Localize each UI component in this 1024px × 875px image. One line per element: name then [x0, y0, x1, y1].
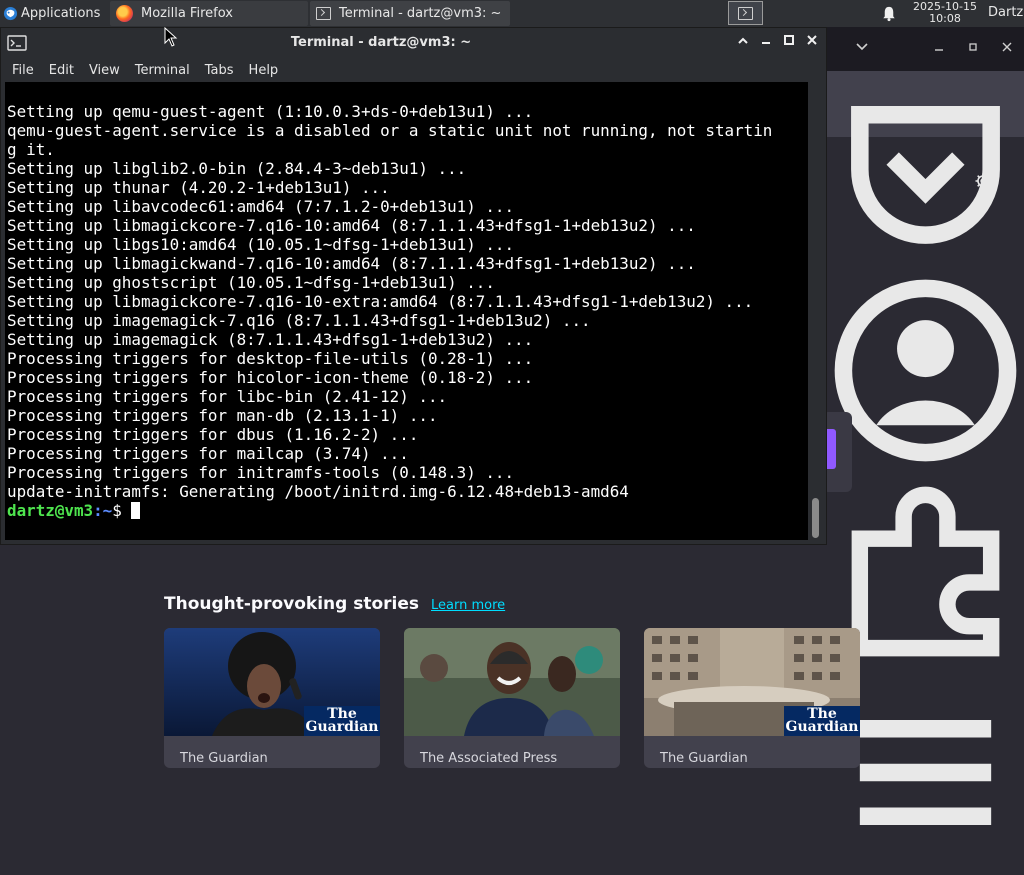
taskbar-terminal[interactable]: Terminal - dartz@vm3: ~ [310, 1, 510, 26]
firefox-tab-strip [827, 27, 1024, 71]
menu-edit[interactable]: Edit [49, 63, 74, 78]
terminal-line: Setting up thunar (4.20.2-1+deb13u1) ... [7, 178, 390, 197]
terminal-window: Terminal - dartz@vm3: ~ File Edit View T… [0, 27, 827, 545]
terminal-line: Setting up libglib2.0-bin (2.84.4-3~deb1… [7, 159, 467, 178]
story-card[interactable]: The Guardian The Guardian [644, 628, 860, 768]
top-panel: Applications Mozilla Firefox Terminal - … [0, 0, 1024, 27]
terminal-line: Setting up imagemagick (8:7.1.1.43+dfsg1… [7, 330, 534, 349]
terminal-prompt-line: dartz@vm3:~$ [7, 501, 772, 520]
story-source: The Guardian [180, 751, 268, 766]
menu-terminal[interactable]: Terminal [135, 63, 190, 78]
terminal-cursor [131, 502, 141, 519]
terminal-line: Processing triggers for mailcap (3.74) .… [7, 444, 409, 463]
firefox-minimize-button[interactable] [933, 41, 945, 56]
customize-gear-icon[interactable] [974, 172, 992, 190]
terminal-line: Setting up ghostscript (10.05.1~dfsg-1+d… [7, 273, 495, 292]
terminal-line: Setting up imagemagick-7.q16 (8:7.1.1.43… [7, 311, 591, 330]
prompt-symbol: $ [112, 501, 132, 520]
story-source: The Associated Press [420, 751, 558, 766]
story-card[interactable]: The Associated Press [404, 628, 620, 768]
story-source: The Guardian [660, 751, 748, 766]
story-card[interactable]: The Guardian The Guardian [164, 628, 380, 768]
menu-tabs[interactable]: Tabs [205, 63, 234, 78]
guardian-logo: The Guardian [784, 706, 860, 736]
xfce-mouse-icon [3, 6, 18, 21]
mouse-pointer-icon [164, 27, 178, 47]
terminal-titlebar[interactable]: Terminal - dartz@vm3: ~ [1, 28, 826, 58]
clock[interactable]: 2025-10-15 10:08 [908, 1, 982, 25]
terminal-shade-button[interactable] [735, 34, 751, 50]
prompt-path: :~ [93, 501, 113, 520]
taskbar-firefox-label: Mozilla Firefox [141, 6, 233, 21]
workspace-terminal-icon [738, 6, 753, 20]
terminal-menubar: File Edit View Terminal Tabs Help [1, 58, 826, 82]
terminal-line: Processing triggers for dbus (1.16.2-2) … [7, 425, 419, 444]
terminal-title: Terminal - dartz@vm3: ~ [290, 35, 472, 50]
learn-more-link[interactable]: Learn more [431, 598, 505, 613]
terminal-icon [316, 7, 331, 20]
terminal-line: Setting up libavcodec61:amd64 (7:7.1.2-0… [7, 197, 515, 216]
terminal-line: g it. [7, 140, 55, 159]
terminal-line: Setting up libmagickcore-7.q16-10-extra:… [7, 292, 754, 311]
menu-file[interactable]: File [12, 63, 34, 78]
notification-bell-icon[interactable] [880, 5, 898, 22]
firefox-toolbar [827, 71, 1024, 826]
account-icon[interactable] [827, 272, 1024, 469]
terminal-line: update-initramfs: Generating /boot/initr… [7, 482, 629, 501]
terminal-minimize-button[interactable] [758, 34, 774, 50]
terminal-line: Setting up libmagickcore-7.q16-10:amd64 … [7, 216, 696, 235]
terminal-line: Processing triggers for initramfs-tools … [7, 463, 515, 482]
terminal-line: Processing triggers for desktop-file-uti… [7, 349, 534, 368]
pocket-icon[interactable] [827, 71, 1024, 268]
story-thumbnail-crowd [404, 628, 620, 736]
terminal-line: Processing triggers for hicolor-icon-the… [7, 368, 534, 387]
workspace-switcher[interactable] [728, 1, 763, 25]
taskbar-firefox[interactable]: Mozilla Firefox [110, 1, 308, 26]
terminal-line: Setting up libmagickwand-7.q16-10:amd64 … [7, 254, 696, 273]
terminal-output[interactable]: Setting up qemu-guest-agent (1:10.0.3+ds… [5, 82, 808, 540]
menu-view[interactable]: View [89, 63, 120, 78]
stories-heading: Thought-provoking stories [164, 594, 420, 614]
terminal-line: Processing triggers for libc-bin (2.41-1… [7, 387, 448, 406]
applications-label: Applications [21, 6, 101, 21]
menu-help[interactable]: Help [249, 63, 279, 78]
applications-menu[interactable]: Applications [0, 0, 108, 27]
user-menu[interactable]: Dartz [988, 5, 1023, 20]
clock-time: 10:08 [929, 12, 961, 25]
firefox-close-button[interactable] [1001, 41, 1013, 56]
terminal-line: Processing triggers for man-db (2.13.1-1… [7, 406, 438, 425]
scrollbar-thumb[interactable] [812, 498, 819, 538]
terminal-close-button[interactable] [804, 34, 820, 50]
prompt-user: dartz@vm3 [7, 501, 94, 520]
terminal-line: Setting up qemu-guest-agent (1:10.0.3+ds… [7, 102, 534, 121]
firefox-icon [116, 5, 133, 22]
taskbar-terminal-label: Terminal - dartz@vm3: ~ [339, 6, 502, 21]
terminal-line: Setting up libgs10:amd64 (10.05.1~dfsg-1… [7, 235, 515, 254]
firefox-maximize-button[interactable] [967, 41, 979, 56]
list-all-tabs-chevron-icon[interactable] [855, 41, 869, 55]
terminal-scrollbar[interactable] [808, 82, 826, 540]
terminal-maximize-button[interactable] [781, 34, 797, 50]
guardian-logo: The Guardian [304, 706, 380, 736]
terminal-line: qemu-guest-agent.service is a disabled o… [7, 121, 773, 140]
